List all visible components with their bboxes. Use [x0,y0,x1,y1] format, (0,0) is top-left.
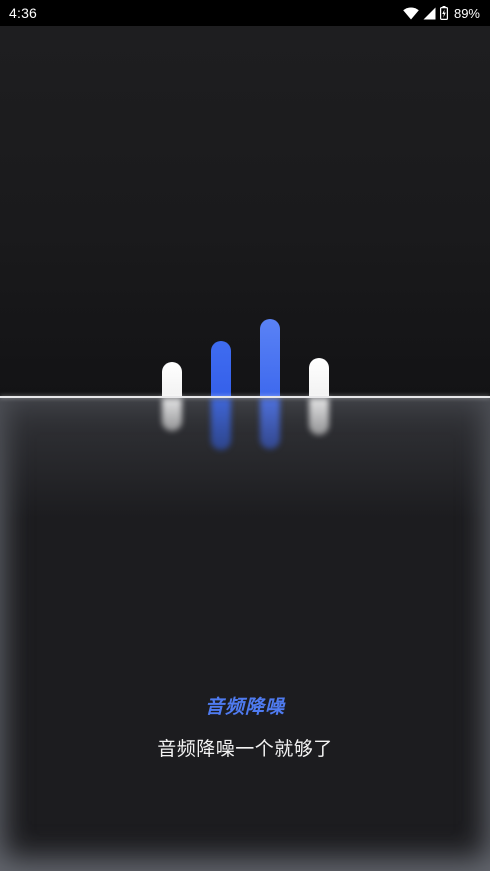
panel-shade [0,398,490,518]
upper-stage [0,26,490,397]
status-icons: 89% [403,4,480,22]
equalizer-bar-4 [309,358,329,397]
feature-subtitle: 音频降噪一个就够了 [157,738,333,760]
equalizer-bar-reflection-1 [162,398,182,431]
feature-title: 音频降噪 [204,696,285,718]
wifi-icon [403,7,419,20]
horizon-line [0,396,490,398]
equalizer-bar-2 [211,341,231,397]
equalizer-bar-reflection-3 [260,398,280,449]
equalizer-bar-reflection-2 [211,398,231,450]
equalizer-bar-1 [162,362,182,397]
status-bar: 4:36 89% [0,0,490,26]
splash-screen: 4:36 89% 音频降噪 音频降噪一个就够了 [0,0,490,871]
battery-percent: 89% [453,5,480,21]
cell-signal-icon [423,7,436,20]
equalizer-bar-3 [260,319,280,397]
status-time: 4:36 [9,5,38,21]
battery-icon [439,6,448,20]
equalizer-bar-reflection-4 [309,398,329,435]
